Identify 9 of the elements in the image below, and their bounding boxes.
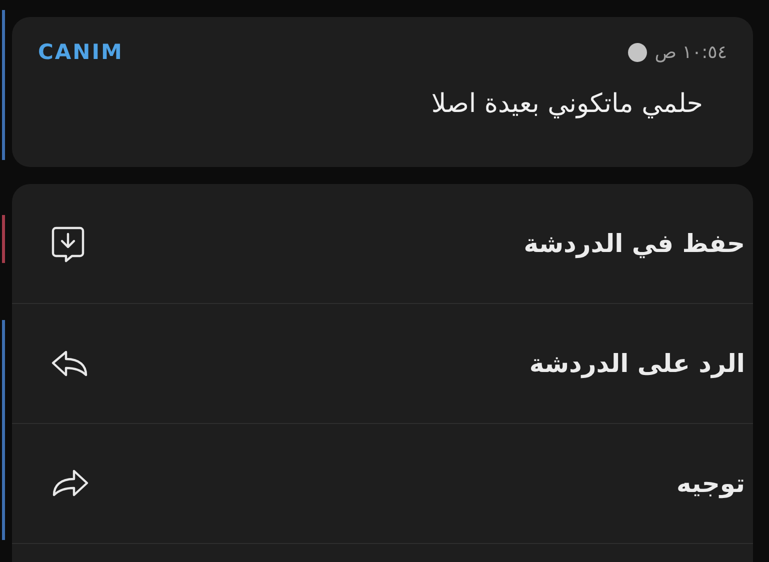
chat-download-icon — [50, 224, 86, 262]
reply-arrow-icon — [50, 348, 90, 378]
sender-name: CANIM — [38, 39, 124, 66]
menu-item[interactable]: الرد على الدردشة — [12, 304, 753, 424]
message-text: حلمي ماتكوني بعيدة اصلا — [431, 88, 703, 118]
menu-item[interactable]: توجيه — [12, 424, 753, 544]
message-time: ١٠:٥٤ ص — [654, 41, 727, 66]
accent-bar — [2, 215, 5, 263]
menu-item[interactable]: حفظ في الدردشة — [12, 184, 753, 304]
